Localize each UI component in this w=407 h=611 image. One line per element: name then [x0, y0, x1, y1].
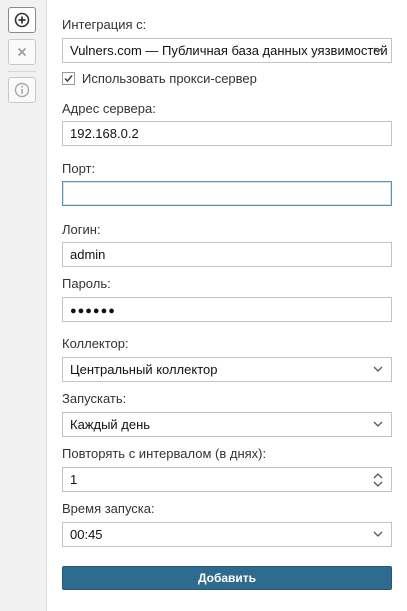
- repeat-stepper[interactable]: 1: [62, 467, 392, 492]
- password-value: ●●●●●●: [70, 305, 116, 317]
- port-label: Порт:: [62, 161, 96, 176]
- repeat-value: 1: [70, 472, 78, 487]
- add-button-submit[interactable]: Добавить: [62, 566, 392, 590]
- info-button[interactable]: [8, 77, 36, 103]
- plus-circle-icon: [14, 12, 30, 28]
- side-toolbar: [0, 0, 47, 611]
- start-time-value: 00:45: [70, 527, 103, 542]
- integration-select[interactable]: Vulners.com — Публичная база данных уязв…: [62, 38, 392, 63]
- use-proxy-checkbox[interactable]: [62, 72, 75, 85]
- password-label: Пароль:: [62, 276, 111, 291]
- info-icon: [14, 82, 30, 98]
- collector-label: Коллектор:: [62, 336, 129, 351]
- chevron-down-icon: [373, 531, 383, 537]
- repeat-label: Повторять с интервалом (в днях):: [62, 446, 267, 461]
- start-time-select[interactable]: 00:45: [62, 522, 392, 547]
- chevron-down-icon: [373, 366, 383, 372]
- password-input[interactable]: ●●●●●●: [62, 297, 392, 322]
- run-label: Запускать:: [62, 391, 127, 406]
- server-address-input[interactable]: 192.168.0.2: [62, 121, 392, 146]
- checkmark-icon: [64, 75, 73, 83]
- login-input[interactable]: admin: [62, 242, 392, 267]
- stepper-arrows-icon[interactable]: [373, 472, 383, 488]
- delete-button[interactable]: [8, 39, 36, 65]
- run-value: Каждый день: [70, 417, 151, 432]
- toolbar-divider: [8, 71, 36, 72]
- chevron-down-icon: [373, 47, 383, 53]
- close-icon: [17, 47, 27, 57]
- port-input[interactable]: [62, 181, 392, 206]
- collector-value: Центральный коллектор: [70, 362, 218, 377]
- server-address-label: Адрес сервера:: [62, 101, 156, 116]
- start-time-label: Время запуска:: [62, 501, 155, 516]
- login-value: admin: [70, 247, 106, 262]
- run-select[interactable]: Каждый день: [62, 412, 392, 437]
- chevron-down-icon: [373, 421, 383, 427]
- add-button[interactable]: [8, 7, 36, 33]
- integration-value: Vulners.com — Публичная база данных уязв…: [70, 43, 388, 58]
- login-label: Логин:: [62, 222, 101, 237]
- server-address-value: 192.168.0.2: [70, 126, 139, 141]
- collector-select[interactable]: Центральный коллектор: [62, 357, 392, 382]
- use-proxy-label[interactable]: Использовать прокси-сервер: [82, 71, 257, 86]
- integration-label: Интеграция с:: [62, 17, 147, 32]
